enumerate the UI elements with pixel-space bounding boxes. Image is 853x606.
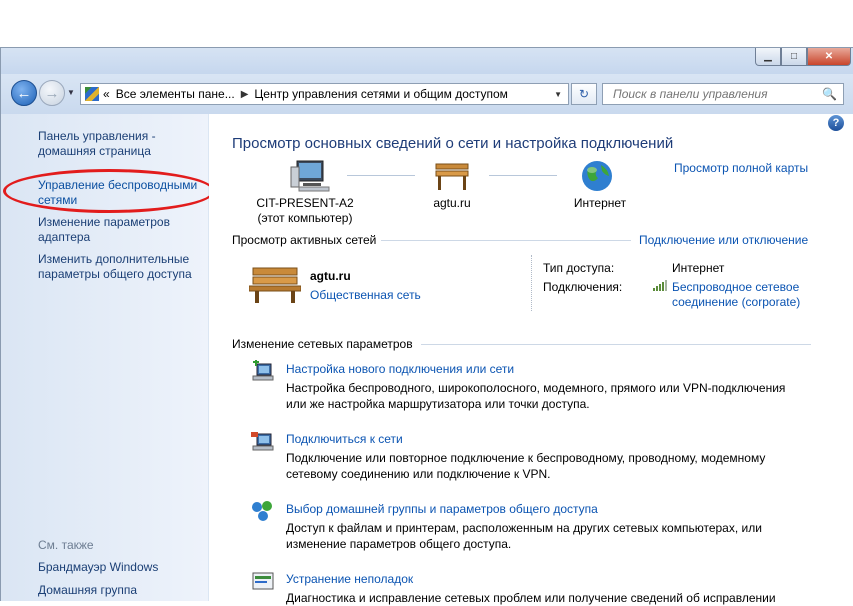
active-network-divider <box>531 255 532 311</box>
see-also-heading: См. также <box>38 538 94 552</box>
search-input[interactable] <box>611 86 823 102</box>
sidebar-link-firewall[interactable]: Брандмауэр Windows <box>38 560 158 575</box>
caption-buttons: ▁ □ ✕ <box>755 48 851 68</box>
map-computer-note: (этот компьютер) <box>257 211 353 225</box>
full-map-link[interactable]: Просмотр полной карты <box>674 161 808 175</box>
forward-button[interactable]: → <box>39 80 65 106</box>
connect-disconnect-link[interactable]: Подключение или отключение <box>639 233 808 247</box>
minimize-button[interactable]: ▁ <box>755 48 781 66</box>
explorer-window: ▁ □ ✕ ← → ▼ « Все элементы пане... ▶ Цен… <box>0 47 853 605</box>
task-homegroup-desc-2: изменение параметров общего доступа. <box>286 537 512 551</box>
task-homegroup-desc-1: Доступ к файлам и принтерам, расположенн… <box>286 521 762 535</box>
main-content: ? Просмотр основных сведений о сети и на… <box>209 114 853 605</box>
title-bar: ▁ □ ✕ <box>1 48 853 74</box>
map-link-1 <box>347 175 415 176</box>
refresh-button[interactable]: ↻ <box>571 83 597 105</box>
active-networks-header: Просмотр активных сетей <box>232 233 377 247</box>
task-new-connection-link[interactable]: Настройка нового подключения или сети <box>286 362 514 376</box>
address-dropdown-icon[interactable]: ▼ <box>554 90 562 99</box>
sidebar-link-homegroup[interactable]: Домашняя группа <box>38 583 137 598</box>
task-troubleshoot-desc-1: Диагностика и исправление сетевых пробле… <box>286 591 776 605</box>
close-button[interactable]: ✕ <box>807 48 851 66</box>
globe-icon <box>582 161 612 191</box>
arrow-right-icon: → <box>44 84 60 102</box>
connection-link-line2[interactable]: соединение (corporate) <box>672 295 800 309</box>
task-new-connection-desc-2: или же настройка маршрутизатора или точк… <box>286 397 590 411</box>
refresh-icon: ↻ <box>578 87 590 101</box>
task-homegroup-link[interactable]: Выбор домашней группы и параметров общег… <box>286 502 598 516</box>
address-bar[interactable]: « Все элементы пане... ▶ Центр управлени… <box>80 83 569 105</box>
map-link-2 <box>489 175 557 176</box>
arrow-left-icon: ← <box>16 84 32 102</box>
back-button[interactable]: ← <box>11 80 37 106</box>
breadcrumb-separator-icon[interactable]: ▶ <box>241 89 249 100</box>
task-troubleshoot-link[interactable]: Устранение неполадок <box>286 572 413 586</box>
control-panel-icon <box>85 87 99 101</box>
homegroup-icon <box>252 501 272 521</box>
page-title: Просмотр основных сведений о сети и наст… <box>232 135 674 152</box>
highlight-ellipse <box>3 169 215 213</box>
bench-icon <box>435 163 469 190</box>
search-icon[interactable]: 🔍 <box>822 87 837 101</box>
connect-network-icon <box>251 432 274 451</box>
task-connect-desc-2: сетевому соединению или подключение к VP… <box>286 467 551 481</box>
breadcrumb-network-center[interactable]: Центр управления сетями и общим доступом <box>254 87 508 101</box>
map-network-name: agtu.ru <box>433 196 471 210</box>
map-internet: Интернет <box>573 196 627 210</box>
wifi-signal-icon <box>653 280 667 291</box>
active-networks-divider <box>381 240 631 241</box>
maximize-button[interactable]: □ <box>781 48 807 66</box>
network-type-link[interactable]: Общественная сеть <box>310 288 421 302</box>
public-network-bench-icon <box>249 267 301 303</box>
navigation-bar: ← → ▼ « Все элементы пане... ▶ Центр упр… <box>1 74 853 114</box>
access-type-label: Тип доступа: <box>543 261 615 275</box>
access-type-value: Интернет <box>672 261 725 275</box>
sidebar-link-home[interactable]: Панель управления - домашняя страница <box>38 129 198 159</box>
recent-pages-chevron-icon[interactable]: ▼ <box>67 88 75 97</box>
help-icon[interactable]: ? <box>828 115 844 131</box>
computer-icon <box>290 160 330 192</box>
sidebar-link-adapter[interactable]: Изменение параметров адаптера <box>38 215 188 245</box>
task-connect-desc-1: Подключение или повторное подключение к … <box>286 451 766 465</box>
connections-label: Подключения: <box>543 280 623 294</box>
map-computer-name: CIT-PRESENT-A2 <box>256 196 354 210</box>
active-network-name: agtu.ru <box>310 269 351 283</box>
sidebar-link-sharing[interactable]: Изменить дополнительные параметры общего… <box>38 252 203 282</box>
search-box[interactable]: 🔍 <box>602 83 844 105</box>
breadcrumb-overflow[interactable]: « <box>103 87 110 101</box>
task-new-connection-desc-1: Настройка беспроводного, широкополосного… <box>286 381 786 395</box>
new-connection-icon <box>252 360 274 381</box>
change-settings-header: Изменение сетевых параметров <box>232 337 413 351</box>
change-settings-divider <box>421 344 811 345</box>
task-connect-link[interactable]: Подключиться к сети <box>286 432 403 446</box>
connection-link-line1[interactable]: Беспроводное сетевое <box>672 280 799 294</box>
breadcrumb-all-items[interactable]: Все элементы пане... <box>116 87 235 101</box>
troubleshoot-icon <box>252 572 274 590</box>
